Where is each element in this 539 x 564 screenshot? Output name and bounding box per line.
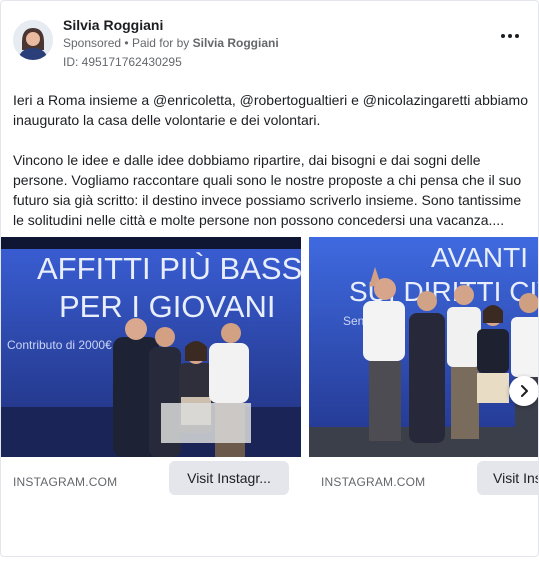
ad-id: ID: 495171762430295 xyxy=(63,55,182,69)
carousel-domain-2: INSTAGRAM.COM xyxy=(321,475,426,489)
carousel-image-2[interactable]: AVANTI SUI DIRITTI CIVILI Sena xyxy=(309,237,538,457)
post-text: Ieri a Roma insieme a @enricoletta, @rob… xyxy=(13,90,528,230)
visit-instagram-button-1[interactable]: Visit Instagr... xyxy=(169,461,289,495)
post-paragraph-1: Ieri a Roma insieme a @enricoletta, @rob… xyxy=(13,92,528,128)
banner-1-small: Contributo di 2000€ xyxy=(7,338,112,352)
carousel-card-2[interactable]: AVANTI SUI DIRITTI CIVILI Sena xyxy=(309,237,538,501)
carousel-card-1[interactable]: AFFITTI PIÙ BASSI PER I GIOVANI Contribu… xyxy=(1,237,301,501)
visit-instagram-button-2[interactable]: Visit Ins xyxy=(477,461,538,495)
banner-2-line-1: AVANTI xyxy=(431,242,528,273)
separator-dot: • xyxy=(124,36,129,50)
banner-1-line-1: AFFITTI PIÙ BASSI xyxy=(37,251,301,286)
chevron-right-icon xyxy=(521,385,528,397)
sponsored-label: Sponsored xyxy=(63,36,122,50)
carousel: AFFITTI PIÙ BASSI PER I GIOVANI Contribu… xyxy=(1,237,538,501)
carousel-next-button[interactable] xyxy=(509,376,538,406)
paid-for-prefix: Paid for by xyxy=(131,36,190,50)
paid-for-name: Silvia Roggiani xyxy=(192,36,279,50)
ad-card: Silvia Roggiani Sponsored • Paid for by … xyxy=(0,0,539,557)
carousel-image-1[interactable]: AFFITTI PIÙ BASSI PER I GIOVANI Contribu… xyxy=(1,237,301,457)
advertiser-name[interactable]: Silvia Roggiani xyxy=(63,17,163,33)
carousel-domain-1: INSTAGRAM.COM xyxy=(13,475,118,489)
post-paragraph-2: Vincono le idee e dalle idee dobbiamo ri… xyxy=(13,152,522,228)
more-horizontal-icon[interactable] xyxy=(500,29,520,43)
avatar[interactable] xyxy=(13,20,53,60)
sponsored-line: Sponsored • Paid for by Silvia Roggiani xyxy=(63,36,279,50)
ad-header: Silvia Roggiani Sponsored • Paid for by … xyxy=(13,15,528,71)
banner-1-line-2: PER I GIOVANI xyxy=(59,289,275,324)
